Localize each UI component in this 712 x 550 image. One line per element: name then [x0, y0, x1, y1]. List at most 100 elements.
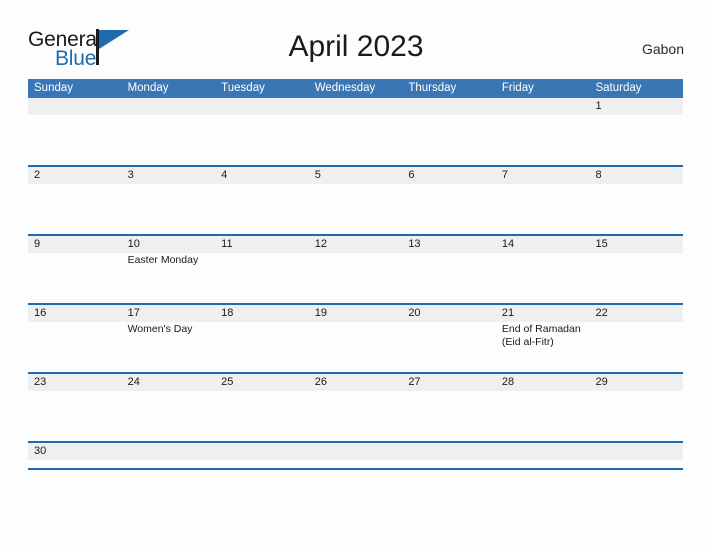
weekday-header-tuesday: Tuesday [221, 82, 265, 94]
day-cell-empty [308, 98, 403, 165]
day-cell-3[interactable]: 3 [121, 167, 216, 234]
day-cell-23[interactable]: 23 [28, 374, 122, 441]
day-number: 16 [34, 307, 47, 319]
day-cell-empty [28, 98, 122, 165]
day-cell-16[interactable]: 16 [28, 305, 122, 372]
week-cells: 23 24 25 26 27 28 29 [28, 374, 684, 441]
day-cell-9[interactable]: 9 [28, 236, 122, 303]
day-cell-8[interactable]: 8 [589, 167, 684, 234]
day-number: 29 [595, 376, 608, 388]
day-cell-empty [495, 443, 590, 468]
day-number: 25 [221, 376, 234, 388]
day-cell-empty [402, 98, 496, 165]
day-number: 11 [221, 238, 233, 250]
day-cell-27[interactable]: 27 [402, 374, 496, 441]
week-cells: 16 17 Women's Day 18 19 20 21 End of Ramadan (Ei… [28, 305, 684, 372]
weekday-header-row: Sunday Monday Tuesday Wednesday Thursday Frid… [28, 79, 683, 98]
week-cells: 9 10 Easter Monday 11 12 13 14 15 [28, 236, 684, 303]
day-number: 2 [34, 169, 41, 181]
week-cells: 2 3 4 5 6 7 8 [28, 167, 684, 234]
day-number: 20 [408, 307, 421, 319]
day-cell-4[interactable]: 4 [215, 167, 309, 234]
day-number [496, 443, 590, 460]
day-events: End of Ramadan (Eid al-Fitr) [496, 322, 590, 349]
day-number: 7 [501, 169, 509, 181]
day-number: 1 [595, 100, 602, 112]
day-cell-24[interactable]: 24 [121, 374, 216, 441]
day-number: 15 [595, 238, 608, 250]
day-number [589, 443, 683, 460]
day-number: 30 [34, 445, 47, 457]
calendar-week-row: 2 3 4 5 6 7 8 [28, 165, 684, 234]
weekday-header-friday: Friday [501, 82, 534, 94]
day-cell-empty [308, 443, 403, 468]
day-cell-29[interactable]: 29 [589, 374, 684, 441]
day-number [122, 443, 216, 460]
calendar-week-row: 1 [28, 98, 684, 165]
day-cell-26[interactable]: 26 [308, 374, 403, 441]
day-cell-empty [402, 443, 496, 468]
day-number: 26 [314, 376, 327, 388]
day-cell-25[interactable]: 25 [215, 374, 309, 441]
day-cell-6[interactable]: 6 [402, 167, 496, 234]
day-cell-empty [589, 443, 684, 468]
day-cell-5[interactable]: 5 [308, 167, 403, 234]
event-label: Easter Monday [127, 254, 199, 266]
day-cell-1[interactable]: 1 [589, 98, 684, 165]
day-cell-empty [215, 98, 309, 165]
event-label: Women's Day [127, 323, 193, 335]
calendar-week-row: 9 10 Easter Monday 11 12 13 14 15 [28, 234, 684, 303]
day-number [309, 443, 403, 460]
day-number [496, 98, 590, 115]
day-number [122, 98, 216, 115]
weekday-header-saturday: Saturday [595, 82, 642, 94]
weekday-header-wednesday: Wednesday [314, 82, 376, 94]
day-number: 13 [408, 238, 421, 250]
weekday-header-sunday: Sunday [34, 82, 74, 94]
day-cell-18[interactable]: 18 [215, 305, 309, 372]
day-number: 21 [501, 307, 515, 319]
day-number: 22 [595, 307, 608, 319]
day-number: 14 [501, 238, 515, 250]
day-cell-28[interactable]: 28 [495, 374, 590, 441]
day-cell-12[interactable]: 12 [308, 236, 403, 303]
day-number: 18 [221, 307, 234, 319]
page-title: April 2023 [288, 30, 424, 63]
day-number: 3 [127, 169, 134, 181]
page-header: General Blue April 2023 Gabon [28, 24, 684, 72]
day-cell-10[interactable]: 10 Easter Monday [121, 236, 216, 303]
day-number [215, 98, 309, 115]
day-cell-empty [495, 98, 590, 165]
day-cell-empty [121, 98, 216, 165]
day-number: 5 [314, 169, 321, 181]
week-cells: 30 [28, 443, 684, 468]
country-label: Gabon [641, 41, 684, 57]
day-cell-20[interactable]: 20 [402, 305, 496, 372]
calendar-week-row: 16 17 Women's Day 18 19 20 21 End of Ramadan (Ei… [28, 303, 684, 372]
calendar-grid: Sunday Monday Tuesday Wednesday Thursday Frid… [28, 79, 684, 470]
day-number: 17 [127, 307, 140, 319]
day-cell-13[interactable]: 13 [402, 236, 496, 303]
day-cell-22[interactable]: 22 [589, 305, 684, 372]
calendar-week-row: 30 [28, 441, 684, 468]
day-cell-15[interactable]: 15 [589, 236, 684, 303]
day-number: 28 [501, 376, 515, 388]
day-number [402, 443, 496, 460]
day-number: 4 [221, 169, 228, 181]
weekday-header-monday: Monday [127, 82, 169, 94]
day-events: Women's Day [122, 322, 216, 336]
day-cell-21[interactable]: 21 End of Ramadan (Eid al-Fitr) [495, 305, 590, 372]
day-cell-7[interactable]: 7 [495, 167, 590, 234]
day-cell-2[interactable]: 2 [28, 167, 122, 234]
day-events: Easter Monday [122, 253, 216, 267]
day-cell-14[interactable]: 14 [495, 236, 590, 303]
day-number: 19 [314, 307, 327, 319]
day-cell-17[interactable]: 17 Women's Day [121, 305, 216, 372]
day-number: 8 [595, 169, 602, 181]
day-cell-30[interactable]: 30 [28, 443, 122, 468]
day-cell-empty [121, 443, 216, 468]
day-number [215, 443, 309, 460]
day-cell-11[interactable]: 11 [215, 236, 309, 303]
day-cell-19[interactable]: 19 [308, 305, 403, 372]
day-number: 9 [34, 238, 41, 250]
